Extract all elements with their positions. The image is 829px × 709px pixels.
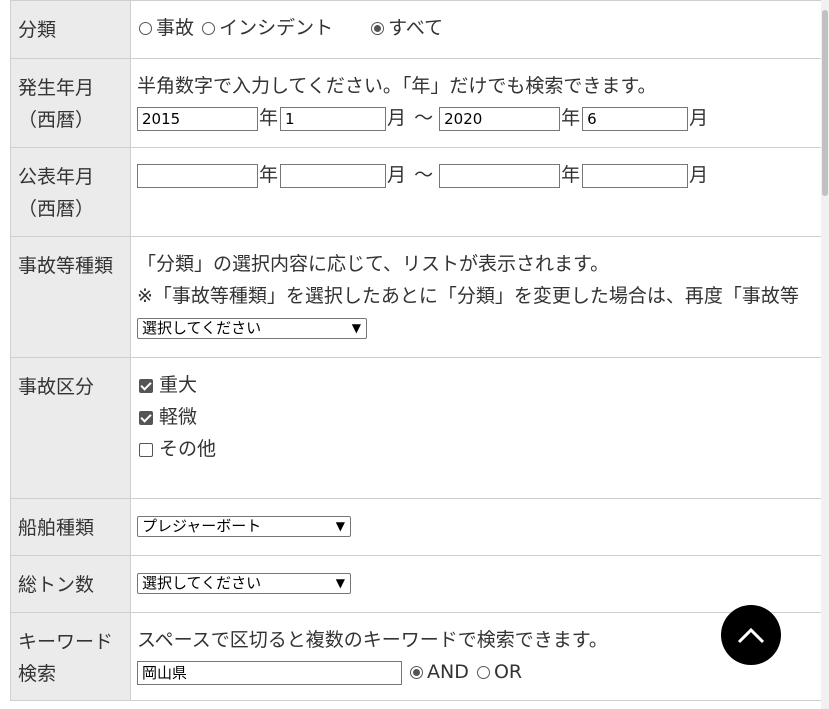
checkbox-minor-label: 軽微 bbox=[159, 406, 198, 428]
published-from-month-input[interactable] bbox=[280, 163, 387, 188]
radio-and[interactable] bbox=[410, 666, 424, 679]
search-form: 分類 事故 インシデント すべて 発生年月 （西暦） 半角数字で入力してください… bbox=[10, 0, 822, 701]
month-unit: 月 bbox=[387, 107, 407, 129]
month-unit: 月 bbox=[689, 164, 709, 186]
checkbox-minor[interactable] bbox=[139, 410, 153, 425]
row-occurrence: 発生年月 （西暦） 半角数字で入力してください。「年」だけでも検索できます。 2… bbox=[10, 58, 822, 148]
occurrence-hint: 半角数字で入力してください。「年」だけでも検索できます。 bbox=[137, 75, 657, 97]
radio-or[interactable] bbox=[476, 666, 490, 679]
published-from-year-input[interactable] bbox=[137, 163, 258, 188]
year-unit: 年 bbox=[561, 107, 581, 129]
row-accident-type: 事故等種類 「分類」の選択内容に応じて、リストが表示されます。 ※「事故等種類」… bbox=[10, 236, 822, 358]
vessel-type-select[interactable]: プレジャーボート ▼ bbox=[137, 516, 351, 537]
published-to-month-input[interactable] bbox=[582, 163, 689, 188]
occurrence-from-month-input[interactable]: 1 bbox=[280, 106, 387, 131]
label-published: 公表年月 （西暦） bbox=[10, 147, 131, 237]
scroll-to-top-button[interactable] bbox=[721, 605, 781, 665]
month-unit: 月 bbox=[689, 107, 709, 129]
chevron-down-icon: ▼ bbox=[351, 321, 361, 335]
year-unit: 年 bbox=[259, 107, 279, 129]
keyword-hint: スペースで区切ると複数のキーワードで検索できます。 bbox=[137, 629, 608, 651]
chevron-down-icon: ▼ bbox=[335, 576, 345, 590]
radio-incident-label: インシデント bbox=[219, 17, 334, 39]
radio-accident-label: 事故 bbox=[156, 17, 195, 39]
radio-all[interactable] bbox=[371, 22, 385, 35]
radio-incident[interactable] bbox=[202, 22, 216, 35]
row-keyword: キーワード 検索 スペースで区切ると複数のキーワードで検索できます。 岡山県 A… bbox=[10, 612, 822, 701]
radio-or-label: OR bbox=[493, 661, 523, 683]
keyword-input[interactable]: 岡山県 bbox=[137, 660, 402, 685]
scrollbar-thumb[interactable] bbox=[822, 10, 828, 196]
range-separator: ～ bbox=[414, 107, 434, 129]
vertical-scrollbar[interactable] bbox=[821, 0, 829, 709]
row-vessel-type: 船舶種類 プレジャーボート ▼ bbox=[10, 498, 822, 556]
row-tonnage: 総トン数 選択してください ▼ bbox=[10, 555, 822, 613]
radio-accident[interactable] bbox=[139, 22, 152, 35]
checkbox-other-label: その他 bbox=[159, 438, 217, 460]
year-unit: 年 bbox=[561, 164, 581, 186]
accident-type-hint: 「分類」の選択内容に応じて、リストが表示されます。 bbox=[137, 253, 610, 275]
label-accident-class: 事故区分 bbox=[10, 357, 131, 499]
year-unit: 年 bbox=[259, 164, 279, 186]
label-occurrence: 発生年月 （西暦） bbox=[10, 58, 131, 148]
occurrence-to-month-input[interactable]: 6 bbox=[582, 106, 689, 131]
checkbox-major-label: 重大 bbox=[159, 374, 198, 396]
row-published: 公表年月 （西暦） 年 月 ～ 年 月 bbox=[10, 147, 822, 237]
chevron-down-icon: ▼ bbox=[335, 519, 345, 533]
occurrence-to-year-input[interactable]: 2020 bbox=[439, 106, 561, 131]
label-tonnage: 総トン数 bbox=[10, 555, 131, 613]
month-unit: 月 bbox=[387, 164, 407, 186]
chevron-up-icon bbox=[737, 627, 765, 644]
tonnage-select[interactable]: 選択してください ▼ bbox=[137, 573, 351, 594]
row-accident-class: 事故区分 重大 軽微 その他 bbox=[10, 357, 822, 499]
checkbox-other[interactable] bbox=[139, 442, 153, 457]
label-vessel-type: 船舶種類 bbox=[10, 498, 131, 556]
label-keyword: キーワード 検索 bbox=[10, 612, 131, 701]
label-category: 分類 bbox=[10, 0, 131, 59]
accident-type-note: ※「事故等種類」を選択したあとに「分類」を変更した場合は、再度「事故等 bbox=[137, 285, 799, 307]
radio-and-label: AND bbox=[427, 661, 469, 683]
checkbox-major[interactable] bbox=[139, 378, 153, 393]
radio-all-label: すべて bbox=[388, 17, 444, 39]
occurrence-from-year-input[interactable]: 2015 bbox=[137, 106, 258, 131]
accident-type-select[interactable]: 選択してください ▼ bbox=[137, 318, 367, 339]
published-to-year-input[interactable] bbox=[439, 163, 561, 188]
label-accident-type: 事故等種類 bbox=[10, 236, 131, 358]
range-separator: ～ bbox=[414, 164, 434, 186]
row-category: 分類 事故 インシデント すべて bbox=[10, 0, 822, 59]
